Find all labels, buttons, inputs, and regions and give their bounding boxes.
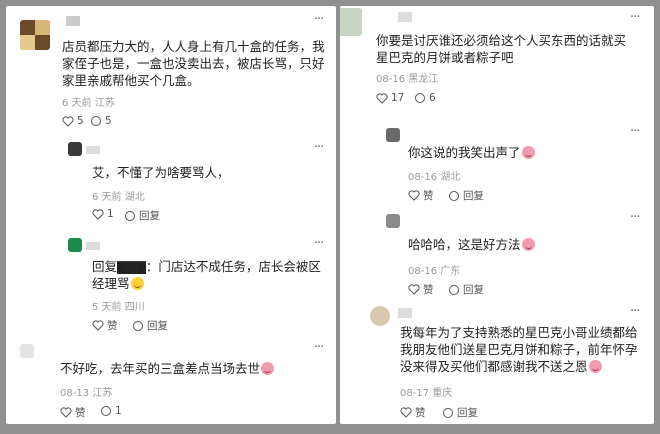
heart-icon	[408, 190, 420, 201]
reply-label: 回复	[463, 284, 484, 296]
avatar[interactable]	[68, 142, 82, 156]
username-mosaic	[86, 242, 100, 250]
pig-emoji-icon	[261, 362, 275, 375]
heart-icon	[60, 407, 72, 418]
more-icon[interactable]: ···	[630, 304, 640, 319]
reply-text: 艾，不懂了为啥要骂人，	[92, 165, 230, 180]
comment-content: 我每年为了支持熟悉的星巴克小哥业绩都给我朋友他们送星巴克月饼和粽子，前年怀孕没来…	[400, 325, 638, 374]
more-icon[interactable]: ···	[630, 124, 640, 139]
like-count: 1	[107, 208, 114, 220]
like-label: 赞	[415, 407, 426, 419]
reply-button[interactable]: 5	[90, 115, 112, 127]
more-icon[interactable]: ···	[630, 210, 640, 225]
reply-button[interactable]: 回复	[442, 405, 478, 420]
reply-meta: 6 天前 湖北	[92, 192, 145, 203]
reply-count: 1	[115, 405, 122, 417]
reply-label: 回复	[147, 320, 168, 332]
avatar[interactable]	[68, 238, 82, 252]
like-button[interactable]: 17	[376, 92, 404, 104]
reply-meta: 08-16 广东	[408, 266, 461, 277]
reply-button[interactable]: 回复	[448, 282, 484, 297]
username-mosaic	[398, 308, 412, 318]
avatar[interactable]	[340, 8, 362, 36]
like-button[interactable]: 赞	[60, 405, 86, 420]
laugh-emoji-icon	[130, 277, 144, 290]
reply-button[interactable]: 回复	[124, 208, 160, 223]
avatar[interactable]	[20, 344, 34, 358]
like-label: 赞	[423, 190, 434, 202]
comment-meta: 6 天前 江苏	[62, 98, 115, 109]
like-button[interactable]: 赞	[92, 318, 118, 333]
username-mosaic	[86, 146, 100, 154]
reply-count: 6	[429, 92, 436, 104]
more-icon[interactable]: ···	[314, 340, 324, 355]
heart-icon	[62, 115, 74, 127]
avatar[interactable]	[20, 20, 50, 50]
pig-emoji-icon	[521, 146, 535, 159]
comment-text: 店员都压力大的，人人身上有几十盒的任务，我家侄子也是，一盒也没卖出去，被店长骂，…	[62, 39, 325, 88]
left-screenshot-panel: ··· 店员都压力大的，人人身上有几十盒的任务，我家侄子也是，一盒也没卖出去，被…	[6, 6, 336, 424]
heart-icon	[92, 208, 104, 220]
more-icon[interactable]: ···	[314, 12, 324, 27]
like-button[interactable]: 1	[92, 208, 114, 220]
right-screenshot-panel: ··· 你要是讨厌谁还必须给这个人买东西的话就买星巴克的月饼或者粽子吧 08-1…	[340, 6, 654, 424]
comment-meta: 08-16 黑龙江	[376, 74, 439, 85]
heart-icon	[92, 320, 104, 331]
comment-content: 不好吃，去年买的三盒差点当场去世	[60, 361, 261, 376]
avatar[interactable]	[386, 214, 400, 228]
reply-button[interactable]: 回复	[132, 318, 168, 333]
like-button[interactable]: 赞	[400, 405, 426, 420]
comment-icon	[449, 190, 459, 201]
comment-icon	[443, 407, 453, 418]
comment-meta: 08-17 重庆	[400, 388, 453, 399]
reply-content: 你这说的我笑出声了	[408, 145, 521, 160]
comment-icon	[101, 406, 111, 416]
like-count: 17	[391, 92, 405, 104]
reply-text: 回复▇▇▇：门店达不成任务，店长会被区经理骂	[92, 258, 328, 292]
username-mosaic	[398, 12, 412, 22]
reply-label: 回复	[139, 210, 160, 222]
like-label: 赞	[75, 407, 86, 419]
reply-button[interactable]: 6	[414, 92, 436, 104]
heart-icon	[400, 407, 412, 418]
comment-icon	[415, 93, 425, 103]
more-icon[interactable]: ···	[630, 10, 640, 25]
reply-text: 你这说的我笑出声了	[408, 144, 535, 161]
reply-count: 5	[105, 115, 112, 127]
comment-text: 不好吃，去年买的三盒差点当场去世	[60, 360, 275, 377]
avatar[interactable]	[386, 128, 400, 142]
comment-meta: 08-13 江苏	[60, 388, 113, 399]
like-button[interactable]: 赞	[408, 282, 434, 297]
like-button[interactable]: 5	[62, 115, 84, 127]
comment-icon	[449, 284, 459, 295]
pig-emoji-icon	[521, 238, 535, 251]
username-mosaic	[66, 16, 80, 26]
comment-text: 我每年为了支持熟悉的星巴克小哥业绩都给我朋友他们送星巴克月饼和粽子，前年怀孕没来…	[400, 324, 642, 375]
reply-meta: 5 天前 四川	[92, 302, 145, 313]
reply-button[interactable]: 1	[100, 405, 122, 417]
reply-label: 回复	[463, 190, 484, 202]
like-count: 5	[77, 115, 84, 127]
like-button[interactable]: 赞	[408, 188, 434, 203]
like-label: 赞	[107, 320, 118, 332]
reply-button[interactable]: 回复	[448, 188, 484, 203]
comment-icon	[91, 116, 101, 126]
comment-icon	[125, 210, 135, 221]
more-icon[interactable]: ···	[314, 140, 324, 155]
reply-content: 哈哈哈，这是好方法	[408, 237, 521, 252]
comment-icon	[133, 320, 143, 331]
avatar[interactable]	[370, 306, 390, 326]
reply-meta: 08-16 湖北	[408, 172, 461, 183]
like-label: 赞	[423, 284, 434, 296]
reply-label: 回复	[457, 407, 478, 419]
reply-content: 回复▇▇▇：门店达不成任务，店长会被区经理骂	[92, 259, 321, 291]
reply-text: 哈哈哈，这是好方法	[408, 236, 535, 253]
pig-emoji-icon	[588, 360, 602, 373]
comment-text: 你要是讨厌谁还必须给这个人买东西的话就买星巴克的月饼或者粽子吧	[376, 33, 627, 65]
heart-icon	[376, 92, 388, 104]
more-icon[interactable]: ···	[314, 236, 324, 251]
heart-icon	[408, 284, 420, 295]
